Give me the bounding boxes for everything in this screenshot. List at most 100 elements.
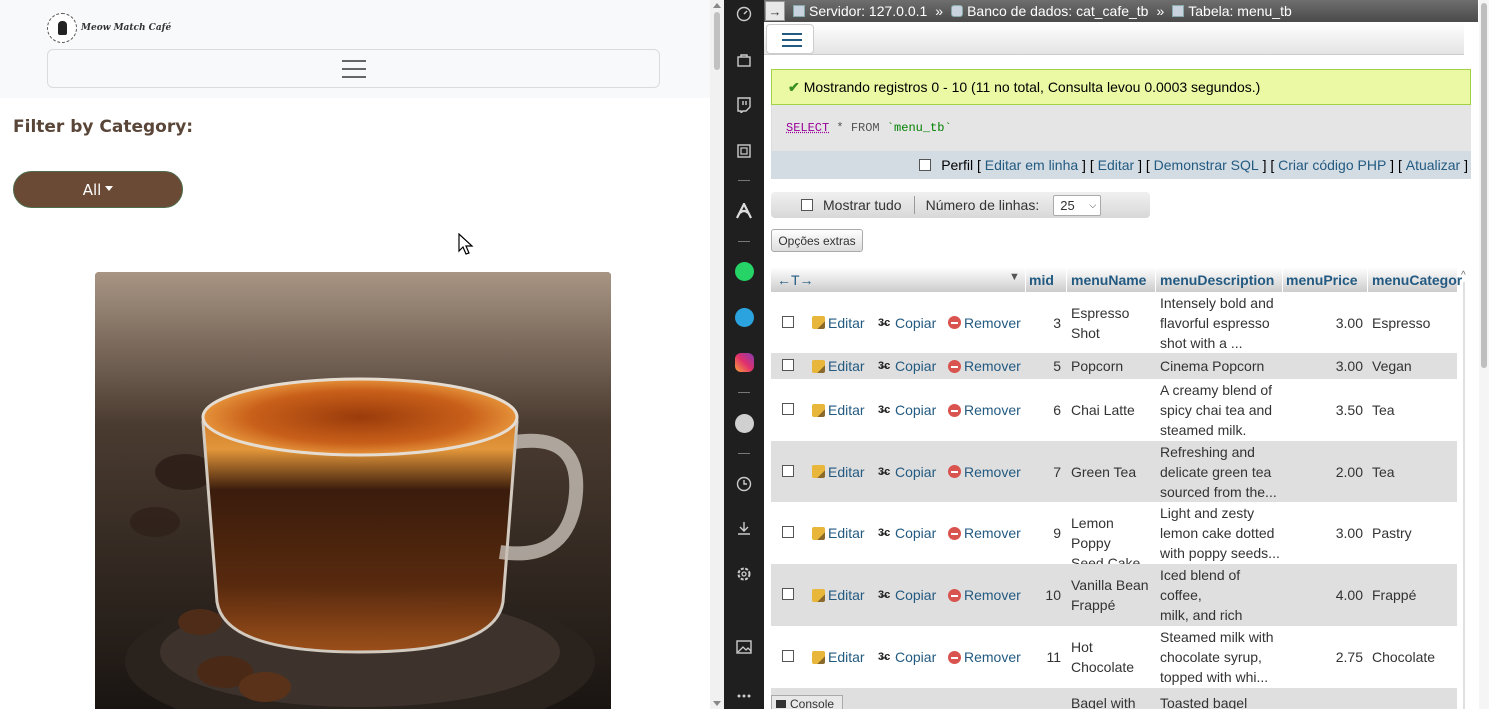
cell-menuprice[interactable]: 3.00: [1286, 313, 1363, 333]
show-all-checkbox[interactable]: [801, 199, 813, 211]
cell-menuname[interactable]: Green Tea: [1071, 462, 1157, 482]
scroll-down-icon[interactable]: [713, 701, 721, 706]
copy-row-button[interactable]: 3̶c Copiar: [878, 356, 936, 376]
column-header-menuprice[interactable]: menuPrice: [1286, 272, 1358, 288]
more-icon[interactable]: [734, 686, 754, 706]
cell-menucategory[interactable]: Pastry: [1372, 523, 1457, 543]
category-dropdown-button[interactable]: All: [13, 171, 183, 208]
navbar-toggle-button[interactable]: [47, 49, 660, 88]
sql-select-keyword[interactable]: SELECT: [786, 121, 829, 135]
cell-menudescription[interactable]: Steamed milk with chocolate syrup, topped …: [1160, 627, 1284, 687]
copy-row-button[interactable]: 3̶c Copiar: [878, 400, 936, 420]
edit-row-button[interactable]: Editar: [812, 523, 865, 543]
gallery-icon[interactable]: [734, 637, 754, 657]
cell-menuname[interactable]: Bagel with: [1071, 693, 1157, 709]
row-checkbox[interactable]: [782, 588, 794, 600]
scroll-thumb[interactable]: [714, 12, 720, 70]
remove-row-button[interactable]: Remover: [948, 313, 1021, 333]
cell-mid[interactable]: 11: [1025, 647, 1061, 667]
instagram-icon[interactable]: [734, 352, 754, 372]
copy-row-button[interactable]: 3̶c Copiar: [878, 523, 936, 543]
row-checkbox[interactable]: [782, 464, 794, 477]
arc-icon[interactable]: [734, 201, 754, 221]
cell-mid[interactable]: 3: [1025, 313, 1061, 333]
cafe-logo[interactable]: Meow Match Café: [47, 13, 171, 43]
column-header-menudescription[interactable]: menuDescription: [1160, 272, 1274, 288]
remove-row-button[interactable]: Remover: [948, 356, 1021, 376]
remove-row-button[interactable]: Remover: [948, 462, 1021, 482]
copy-row-button[interactable]: 3̶c Copiar: [878, 585, 936, 605]
cell-menuprice[interactable]: 2.75: [1286, 647, 1363, 667]
edit-sql-link[interactable]: Editar: [1098, 157, 1135, 173]
edit-row-button[interactable]: Editar: [812, 356, 865, 376]
cell-menucategory[interactable]: Tea: [1372, 400, 1457, 420]
edit-row-button[interactable]: Editar: [812, 585, 865, 605]
edit-inline-link[interactable]: Editar em linha: [985, 157, 1078, 173]
column-header-menucategory[interactable]: menuCategor: [1372, 272, 1462, 288]
row-checkbox[interactable]: [782, 526, 794, 538]
console-tab[interactable]: Console: [771, 695, 843, 709]
espresso-product-image[interactable]: [95, 272, 611, 709]
cell-mid[interactable]: 6: [1025, 400, 1061, 420]
cell-menuprice[interactable]: 2.00: [1286, 462, 1363, 482]
cell-menuname[interactable]: Espresso Shot: [1071, 303, 1157, 343]
edit-row-button[interactable]: Editar: [812, 313, 865, 333]
cell-mid[interactable]: 5: [1025, 356, 1061, 376]
cell-menudescription[interactable]: Cinema Popcorn: [1160, 356, 1284, 376]
cell-menudescription[interactable]: Toasted bagel: [1160, 693, 1284, 709]
extra-options-button[interactable]: Opções extras: [771, 229, 863, 252]
remove-row-button[interactable]: Remover: [948, 647, 1021, 667]
cell-menuprice[interactable]: 3.50: [1286, 400, 1363, 420]
rows-count-select[interactable]: 25 ⌵: [1053, 194, 1102, 216]
cell-menudescription[interactable]: A creamy blend of spicy chai tea and steam…: [1160, 380, 1284, 440]
clock-icon[interactable]: [734, 474, 754, 494]
settings-icon[interactable]: [734, 564, 754, 584]
whatsapp-icon[interactable]: [734, 261, 754, 281]
cell-menucategory[interactable]: Vegan: [1372, 356, 1457, 376]
cell-menuname[interactable]: Popcorn: [1071, 356, 1157, 376]
download-icon[interactable]: [734, 518, 754, 538]
copy-row-button[interactable]: 3̶c Copiar: [878, 647, 936, 667]
remove-row-button[interactable]: Remover: [948, 400, 1021, 420]
cell-menudescription[interactable]: Intensely bold and flavorful espresso shot…: [1160, 293, 1284, 353]
column-arrows-icon[interactable]: ←T→: [777, 272, 814, 288]
column-header-mid[interactable]: mid: [1029, 272, 1054, 288]
edit-row-button[interactable]: Editar: [812, 647, 865, 667]
telegram-icon[interactable]: [734, 307, 754, 327]
pma-page-scrollbar[interactable]: [1479, 0, 1489, 709]
bag-icon[interactable]: [734, 50, 754, 70]
row-checkbox[interactable]: [782, 359, 794, 371]
scroll-up-icon[interactable]: ^: [1461, 270, 1466, 281]
remove-row-button[interactable]: Remover: [948, 523, 1021, 543]
breadcrumb-database[interactable]: Banco de dados: cat_cafe_tb: [951, 3, 1148, 19]
menu-toggle-button[interactable]: [766, 24, 814, 54]
cafe-page-scrollbar[interactable]: [710, 0, 724, 709]
cell-menuprice[interactable]: 3.00: [1286, 356, 1363, 376]
cell-menucategory[interactable]: Tea: [1372, 462, 1457, 482]
cell-menuprice[interactable]: 4.00: [1286, 585, 1363, 605]
cell-menuname[interactable]: Vanilla Bean Frappé: [1071, 575, 1157, 615]
cell-menuname[interactable]: Chai Latte: [1071, 400, 1157, 420]
collapse-arrow-icon[interactable]: →: [765, 1, 785, 21]
cell-menucategory[interactable]: Chocolate: [1372, 647, 1457, 667]
sort-dropdown-icon[interactable]: ▼: [1009, 271, 1020, 283]
copy-row-button[interactable]: 3̶c Copiar: [878, 462, 936, 482]
cell-menudescription[interactable]: Refreshing and delicate green tea sourced …: [1160, 442, 1284, 502]
column-header-menuname[interactable]: menuName: [1071, 272, 1146, 288]
refresh-link[interactable]: Atualizar: [1406, 157, 1460, 173]
breadcrumb-table[interactable]: Tabela: menu_tb: [1172, 3, 1292, 19]
cell-menuprice[interactable]: 3.00: [1286, 523, 1363, 543]
remove-row-button[interactable]: Remover: [948, 585, 1021, 605]
table-scrollbar[interactable]: ^: [1460, 270, 1470, 709]
scroll-thumb[interactable]: [1481, 3, 1487, 368]
row-checkbox[interactable]: [782, 650, 794, 662]
profile-checkbox[interactable]: [919, 159, 932, 171]
cell-mid[interactable]: 9: [1025, 523, 1061, 543]
edit-row-button[interactable]: Editar: [812, 400, 865, 420]
cell-menuname[interactable]: Hot Chocolate: [1071, 637, 1157, 677]
cell-menucategory[interactable]: Espresso: [1372, 313, 1457, 333]
explain-sql-link[interactable]: Demonstrar SQL: [1154, 157, 1259, 173]
scroll-up-icon[interactable]: [713, 3, 721, 8]
row-checkbox[interactable]: [782, 315, 794, 328]
twitch-icon[interactable]: [734, 95, 754, 115]
